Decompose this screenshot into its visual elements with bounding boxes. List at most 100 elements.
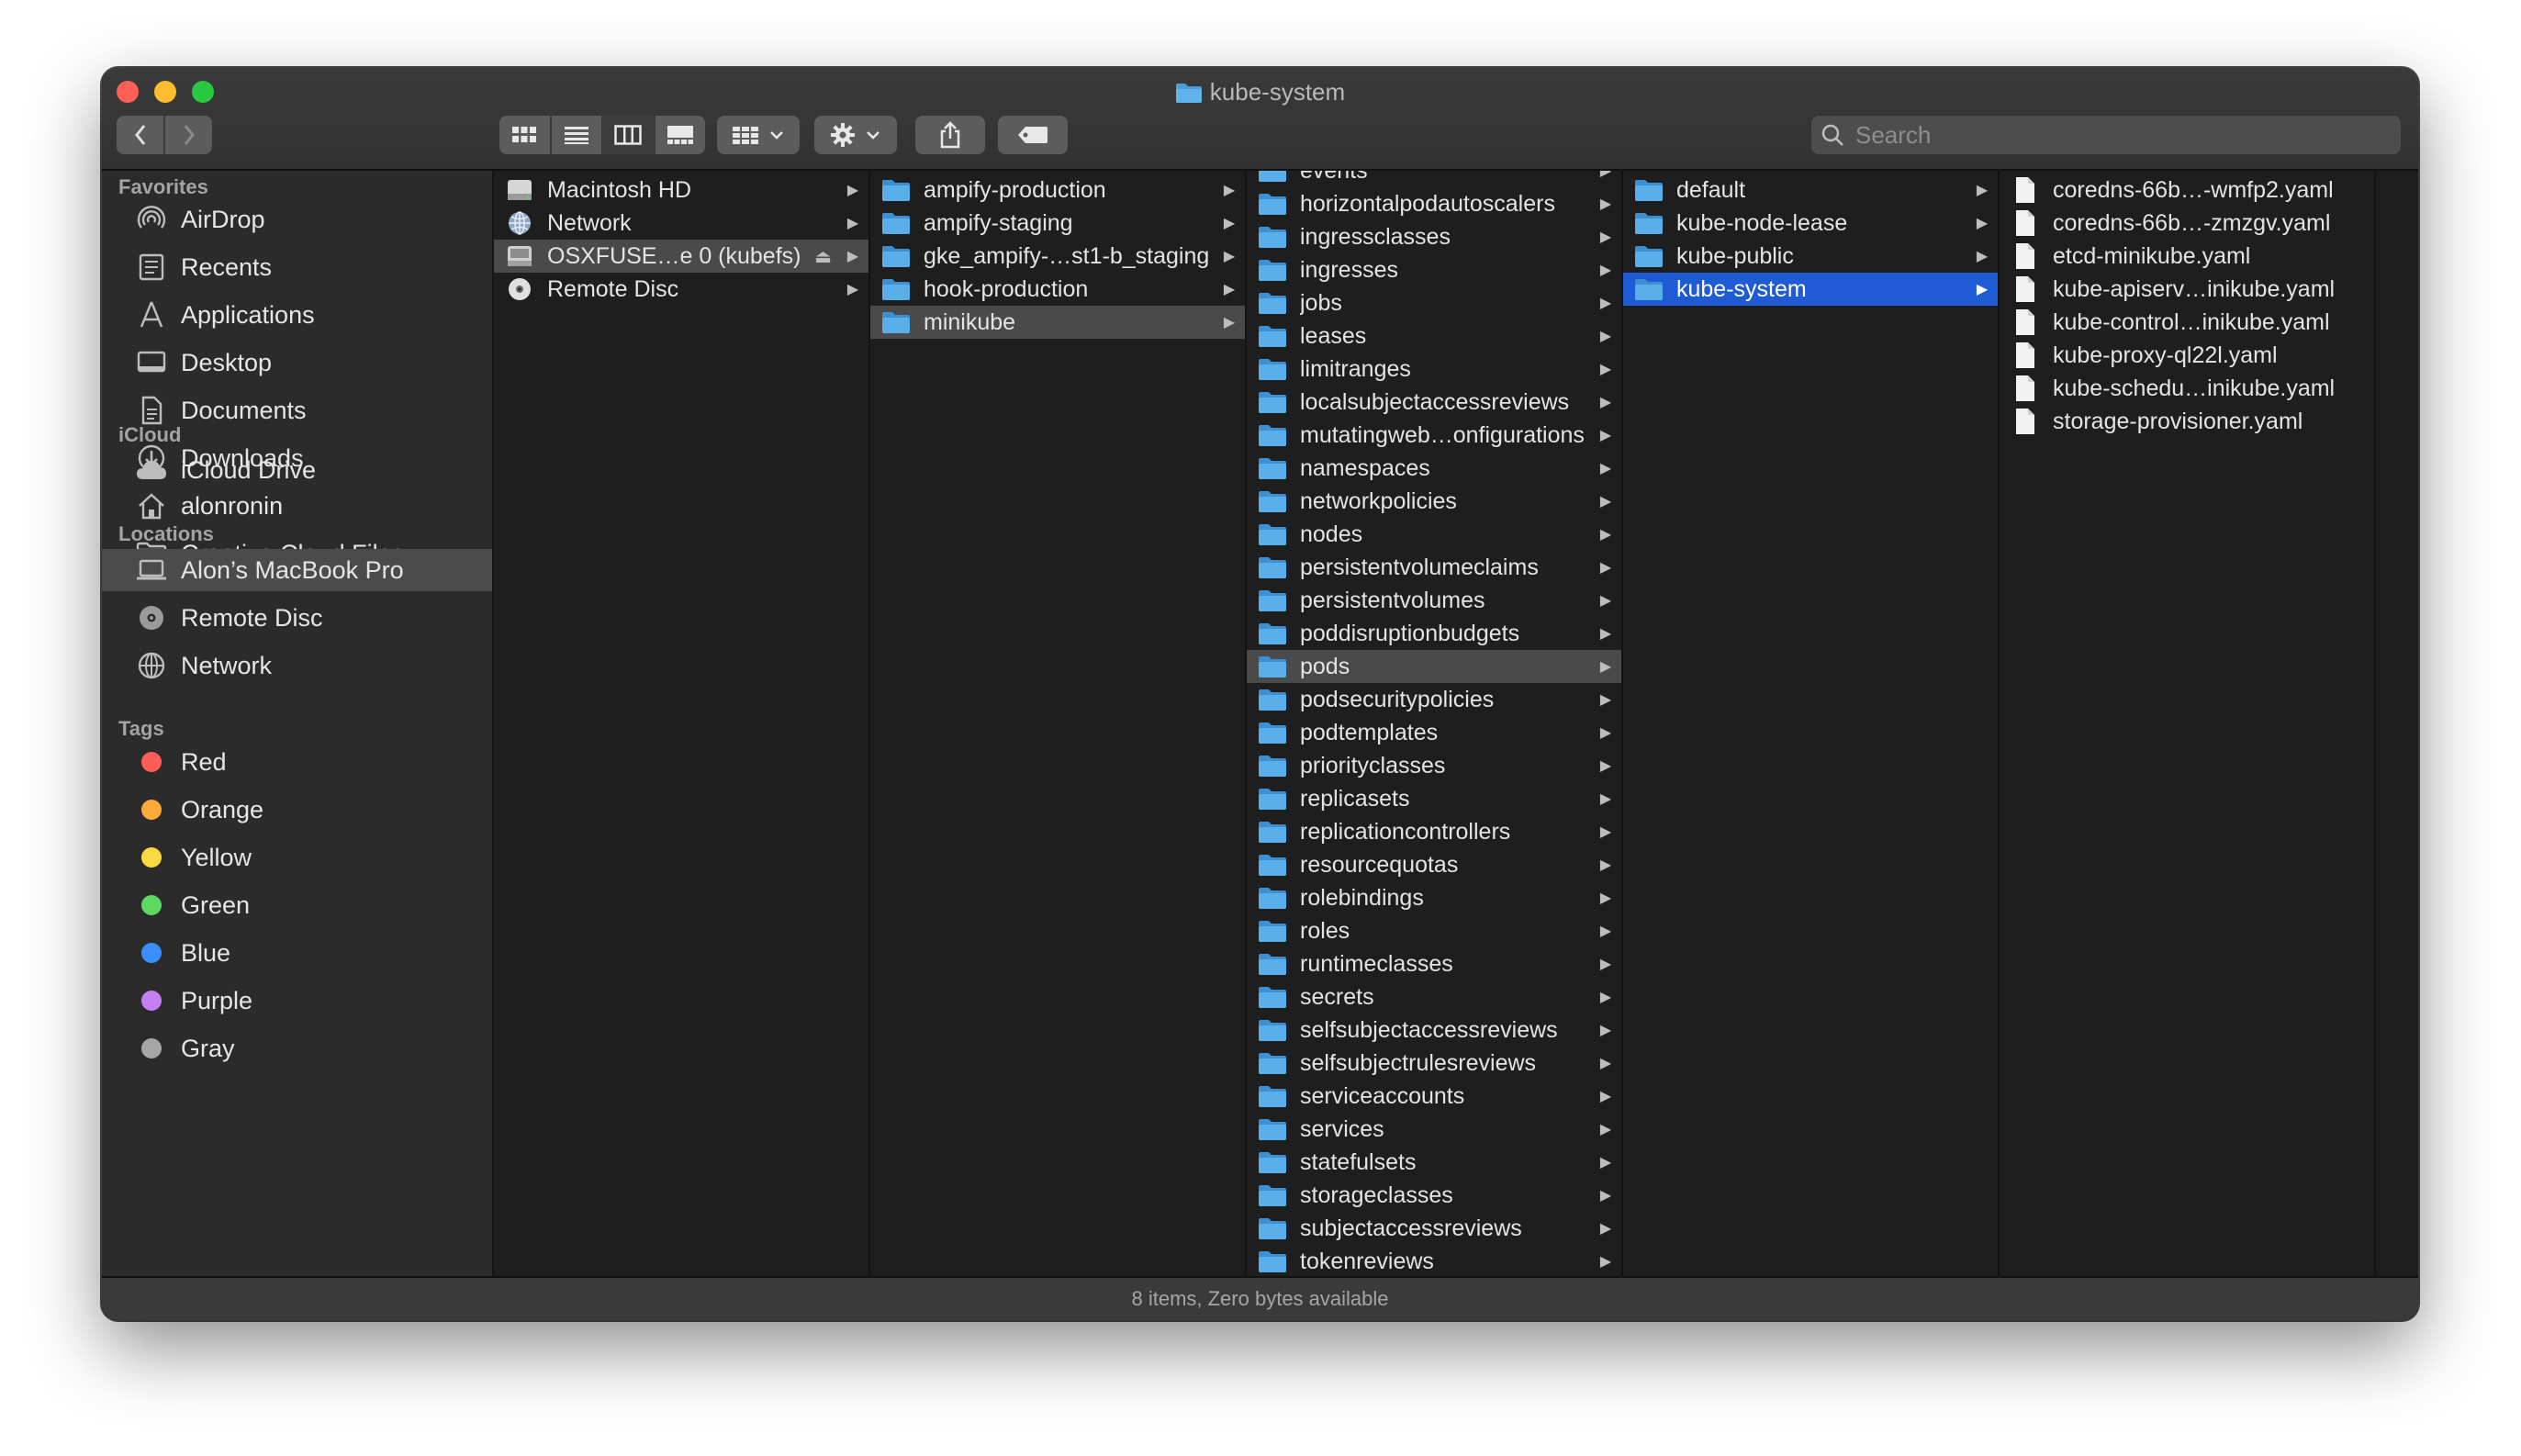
- folder-row[interactable]: nodes ▶: [1247, 518, 1621, 551]
- volume-row[interactable]: OSXFUSE…e 0 (kubefs) ⏏ ▶: [494, 240, 868, 273]
- file-row[interactable]: kube-proxy-ql22l.yaml: [2000, 339, 2374, 372]
- eject-icon[interactable]: ⏏: [814, 245, 832, 268]
- disclosure-arrow-icon: ▶: [1599, 758, 1612, 774]
- folder-row[interactable]: pods ▶: [1247, 650, 1621, 683]
- share-button[interactable]: [915, 116, 985, 154]
- column-view-button[interactable]: [601, 116, 654, 154]
- desktop-icon: [133, 344, 170, 381]
- sidebar-item-airdrop[interactable]: AirDrop: [102, 198, 492, 241]
- folder-row[interactable]: ingressclasses ▶: [1247, 220, 1621, 253]
- folder-row[interactable]: podsecuritypolicies ▶: [1247, 683, 1621, 716]
- folder-row[interactable]: resourcequotas ▶: [1247, 848, 1621, 881]
- folder-row[interactable]: roles ▶: [1247, 914, 1621, 947]
- window-title: kube-system: [102, 75, 2418, 112]
- folder-row[interactable]: kube-system ▶: [1623, 273, 1998, 306]
- folder-row[interactable]: tokenreviews ▶: [1247, 1245, 1621, 1278]
- folder-row[interactable]: priorityclasses ▶: [1247, 749, 1621, 782]
- item-label: kube-schedu…inikube.yaml: [2053, 375, 2336, 401]
- file-icon: [2011, 210, 2040, 236]
- volume-row[interactable]: Macintosh HD ▶: [494, 174, 868, 207]
- item-label: networkpolicies: [1300, 487, 1457, 514]
- file-row[interactable]: kube-apiserv…inikube.yaml: [2000, 273, 2374, 306]
- disclosure-arrow-icon: ▶: [1976, 249, 1989, 264]
- folder-row[interactable]: default ▶: [1623, 174, 1998, 207]
- folder-row[interactable]: minikube ▶: [870, 306, 1245, 339]
- folder-row[interactable]: limitranges ▶: [1247, 353, 1621, 386]
- file-row[interactable]: coredns-66b…-wmfp2.yaml: [2000, 174, 2374, 207]
- sidebar-item-recents[interactable]: Recents: [102, 246, 492, 288]
- file-row[interactable]: kube-control…inikube.yaml: [2000, 306, 2374, 339]
- folder-row[interactable]: kube-node-lease ▶: [1623, 207, 1998, 240]
- folder-row[interactable]: ampify-staging ▶: [870, 207, 1245, 240]
- sidebar-item-red[interactable]: Red: [102, 741, 492, 783]
- forward-button[interactable]: [163, 116, 212, 154]
- item-label: roles: [1300, 917, 1350, 944]
- folder-row[interactable]: selfsubjectaccessreviews ▶: [1247, 1014, 1621, 1047]
- edit-tags-button[interactable]: [998, 116, 1068, 154]
- folder-row[interactable]: jobs ▶: [1247, 286, 1621, 319]
- list-view-button[interactable]: [549, 116, 601, 154]
- disclosure-arrow-icon: ▶: [1599, 395, 1612, 410]
- file-row[interactable]: etcd-minikube.yaml: [2000, 240, 2374, 273]
- search-field[interactable]: [1811, 116, 2401, 154]
- sidebar-item-yellow[interactable]: Yellow: [102, 836, 492, 879]
- sidebar-item-network[interactable]: Network: [102, 644, 492, 687]
- folder-icon: [1258, 290, 1287, 316]
- folder-row[interactable]: replicasets ▶: [1247, 782, 1621, 815]
- folder-row[interactable]: secrets ▶: [1247, 980, 1621, 1014]
- folder-row[interactable]: storageclasses ▶: [1247, 1179, 1621, 1212]
- folder-row[interactable]: horizontalpodautoscalers ▶: [1247, 187, 1621, 220]
- item-label: nodes: [1300, 521, 1363, 547]
- folder-row[interactable]: runtimeclasses ▶: [1247, 947, 1621, 980]
- sidebar-item-label: Green: [181, 890, 251, 919]
- folder-row[interactable]: namespaces ▶: [1247, 452, 1621, 485]
- folder-row[interactable]: statefulsets ▶: [1247, 1146, 1621, 1179]
- file-row[interactable]: storage-provisioner.yaml: [2000, 405, 2374, 438]
- folder-row[interactable]: poddisruptionbudgets ▶: [1247, 617, 1621, 650]
- action-menu-button[interactable]: [814, 116, 897, 154]
- item-label: priorityclasses: [1300, 752, 1446, 778]
- sidebar-item-remote-disc[interactable]: Remote Disc: [102, 597, 492, 639]
- folder-row[interactable]: ingresses ▶: [1247, 253, 1621, 286]
- item-label: kube-public: [1676, 242, 1794, 269]
- folder-row[interactable]: selfsubjectrulesreviews ▶: [1247, 1047, 1621, 1080]
- file-row[interactable]: kube-schedu…inikube.yaml: [2000, 372, 2374, 405]
- sidebar-item-blue[interactable]: Blue: [102, 932, 492, 974]
- folder-row[interactable]: gke_ampify-…st1-b_staging ▶: [870, 240, 1245, 273]
- folder-row[interactable]: subjectaccessreviews ▶: [1247, 1212, 1621, 1245]
- sidebar-item-gray[interactable]: Gray: [102, 1027, 492, 1070]
- back-button[interactable]: [117, 116, 163, 154]
- folder-row[interactable]: rolebindings ▶: [1247, 881, 1621, 914]
- folder-row[interactable]: ampify-production ▶: [870, 174, 1245, 207]
- search-input[interactable]: [1854, 119, 2390, 151]
- gallery-view-button[interactable]: [653, 116, 705, 154]
- folder-row[interactable]: persistentvolumeclaims ▶: [1247, 551, 1621, 584]
- folder-row[interactable]: persistentvolumes ▶: [1247, 584, 1621, 617]
- item-label: podtemplates: [1300, 719, 1439, 745]
- sidebar-item-green[interactable]: Green: [102, 884, 492, 926]
- column-volumes: Macintosh HD ▶ Network ▶ OSXFUSE…e 0 (kubefs…: [494, 171, 870, 1278]
- file-row[interactable]: coredns-66b…-zmzgv.yaml: [2000, 207, 2374, 240]
- volume-row[interactable]: Network ▶: [494, 207, 868, 240]
- folder-row[interactable]: podtemplates ▶: [1247, 716, 1621, 749]
- group-by-button[interactable]: [717, 116, 800, 154]
- folder-row[interactable]: localsubjectaccessreviews ▶: [1247, 386, 1621, 419]
- sidebar-item-orange[interactable]: Orange: [102, 789, 492, 831]
- folder-row[interactable]: leases ▶: [1247, 319, 1621, 353]
- folder-row[interactable]: events▶: [1247, 171, 1621, 187]
- folder-row[interactable]: hook-production ▶: [870, 273, 1245, 306]
- folder-row[interactable]: networkpolicies ▶: [1247, 485, 1621, 518]
- folder-icon: [1258, 257, 1287, 283]
- sidebar-item-icloud-drive[interactable]: iCloud Drive: [102, 449, 492, 491]
- sidebar-item-alon-s-macbook-pro[interactable]: Alon’s MacBook Pro: [102, 549, 492, 591]
- folder-row[interactable]: services ▶: [1247, 1113, 1621, 1146]
- folder-row[interactable]: mutatingweb…onfigurations ▶: [1247, 419, 1621, 452]
- folder-row[interactable]: kube-public ▶: [1623, 240, 1998, 273]
- icon-view-button[interactable]: [499, 116, 550, 154]
- folder-row[interactable]: replicationcontrollers ▶: [1247, 815, 1621, 848]
- sidebar-item-applications[interactable]: Applications: [102, 294, 492, 336]
- volume-row[interactable]: Remote Disc ▶: [494, 273, 868, 306]
- folder-row[interactable]: serviceaccounts ▶: [1247, 1080, 1621, 1113]
- sidebar-item-desktop[interactable]: Desktop: [102, 342, 492, 384]
- sidebar-item-purple[interactable]: Purple: [102, 980, 492, 1022]
